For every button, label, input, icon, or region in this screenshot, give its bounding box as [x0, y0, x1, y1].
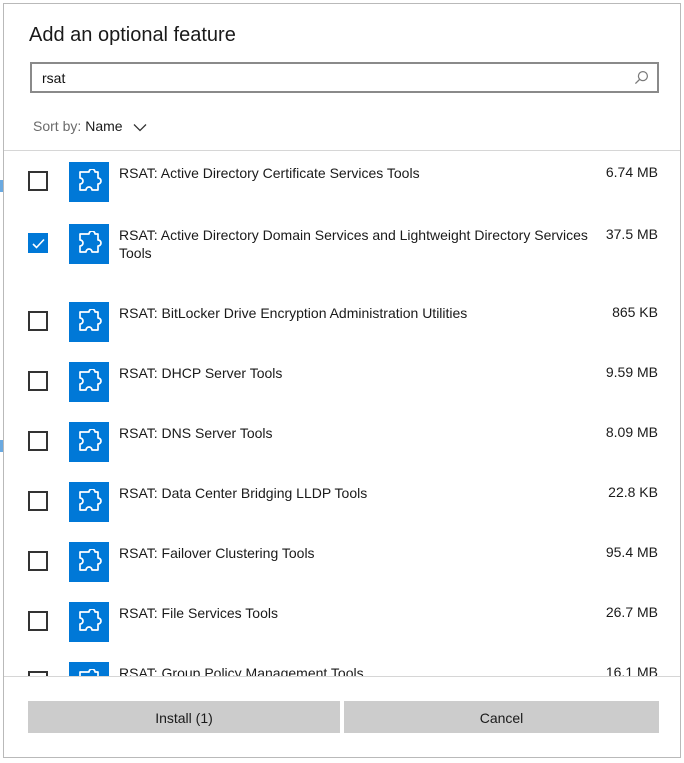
- puzzle-piece-icon: [69, 422, 109, 462]
- feature-checkbox[interactable]: [28, 491, 48, 511]
- feature-checkbox[interactable]: [28, 551, 48, 571]
- feature-row[interactable]: RSAT: DHCP Server Tools 9.59 MB: [4, 357, 680, 417]
- feature-size: 9.59 MB: [605, 364, 658, 380]
- background-window-edge: [0, 180, 3, 192]
- cancel-button[interactable]: Cancel: [344, 701, 659, 733]
- puzzle-piece-icon: [69, 224, 109, 264]
- feature-row[interactable]: RSAT: Active Directory Domain Services a…: [4, 219, 680, 279]
- feature-name: RSAT: Failover Clustering Tools: [119, 545, 315, 561]
- feature-row[interactable]: RSAT: Data Center Bridging LLDP Tools 22.…: [4, 477, 680, 537]
- feature-checkbox[interactable]: [28, 671, 48, 676]
- feature-checkbox[interactable]: [28, 311, 48, 331]
- feature-size: 865 KB: [612, 304, 658, 320]
- feature-name: RSAT: Group Policy Management Tools: [119, 665, 364, 677]
- chevron-down-icon: [133, 123, 146, 132]
- install-button[interactable]: Install (1): [28, 701, 340, 733]
- feature-row[interactable]: RSAT: File Services Tools 26.7 MB: [4, 597, 680, 657]
- feature-size: 95.4 MB: [605, 544, 658, 560]
- feature-checkbox[interactable]: [28, 431, 48, 451]
- feature-name: RSAT: DHCP Server Tools: [119, 365, 283, 381]
- sort-value: Name: [85, 118, 123, 134]
- feature-name: RSAT: File Services Tools: [119, 605, 278, 621]
- search-input[interactable]: rsat: [30, 62, 659, 93]
- puzzle-piece-icon: [69, 662, 109, 676]
- feature-size: 22.8 KB: [608, 484, 658, 500]
- feature-checkbox[interactable]: [28, 371, 48, 391]
- feature-checkbox[interactable]: [28, 171, 48, 191]
- feature-row[interactable]: RSAT: BitLocker Drive Encryption Adminis…: [4, 297, 680, 357]
- search-icon[interactable]: [634, 70, 649, 85]
- feature-list[interactable]: RSAT: Active Directory Certificate Servi…: [4, 150, 680, 677]
- puzzle-piece-icon: [69, 482, 109, 522]
- feature-checkbox[interactable]: [28, 611, 48, 631]
- feature-size: 8.09 MB: [605, 424, 658, 440]
- puzzle-piece-icon: [69, 602, 109, 642]
- feature-size: 37.5 MB: [605, 226, 658, 242]
- feature-size: 16.1 MB: [605, 664, 658, 677]
- sort-label: Sort by:: [33, 118, 82, 134]
- feature-row[interactable]: RSAT: Group Policy Management Tools 16.1 …: [4, 657, 680, 677]
- feature-row[interactable]: RSAT: Active Directory Certificate Servi…: [4, 157, 680, 217]
- puzzle-piece-icon: [69, 162, 109, 202]
- puzzle-piece-icon: [69, 362, 109, 402]
- feature-row[interactable]: RSAT: DNS Server Tools 8.09 MB: [4, 417, 680, 477]
- search-input-value: rsat: [42, 70, 66, 86]
- feature-size: 26.7 MB: [605, 604, 658, 620]
- dialog-title: Add an optional feature: [29, 24, 236, 46]
- feature-name: RSAT: Active Directory Certificate Servi…: [119, 165, 420, 181]
- puzzle-piece-icon: [69, 542, 109, 582]
- feature-name: RSAT: Data Center Bridging LLDP Tools: [119, 485, 368, 501]
- add-optional-feature-dialog: Add an optional feature rsat Sort by: Nam…: [3, 3, 681, 758]
- puzzle-piece-icon: [69, 302, 109, 342]
- feature-row[interactable]: RSAT: Failover Clustering Tools 95.4 MB: [4, 537, 680, 597]
- sort-dropdown[interactable]: Sort by: Name: [33, 118, 147, 134]
- feature-name: RSAT: Active Directory Domain Services a…: [119, 227, 588, 261]
- feature-checkbox[interactable]: [28, 233, 48, 253]
- feature-size: 6.74 MB: [605, 164, 658, 180]
- feature-name: RSAT: BitLocker Drive Encryption Adminis…: [119, 305, 468, 321]
- background-window-edge: [0, 440, 3, 452]
- feature-name: RSAT: DNS Server Tools: [119, 425, 273, 441]
